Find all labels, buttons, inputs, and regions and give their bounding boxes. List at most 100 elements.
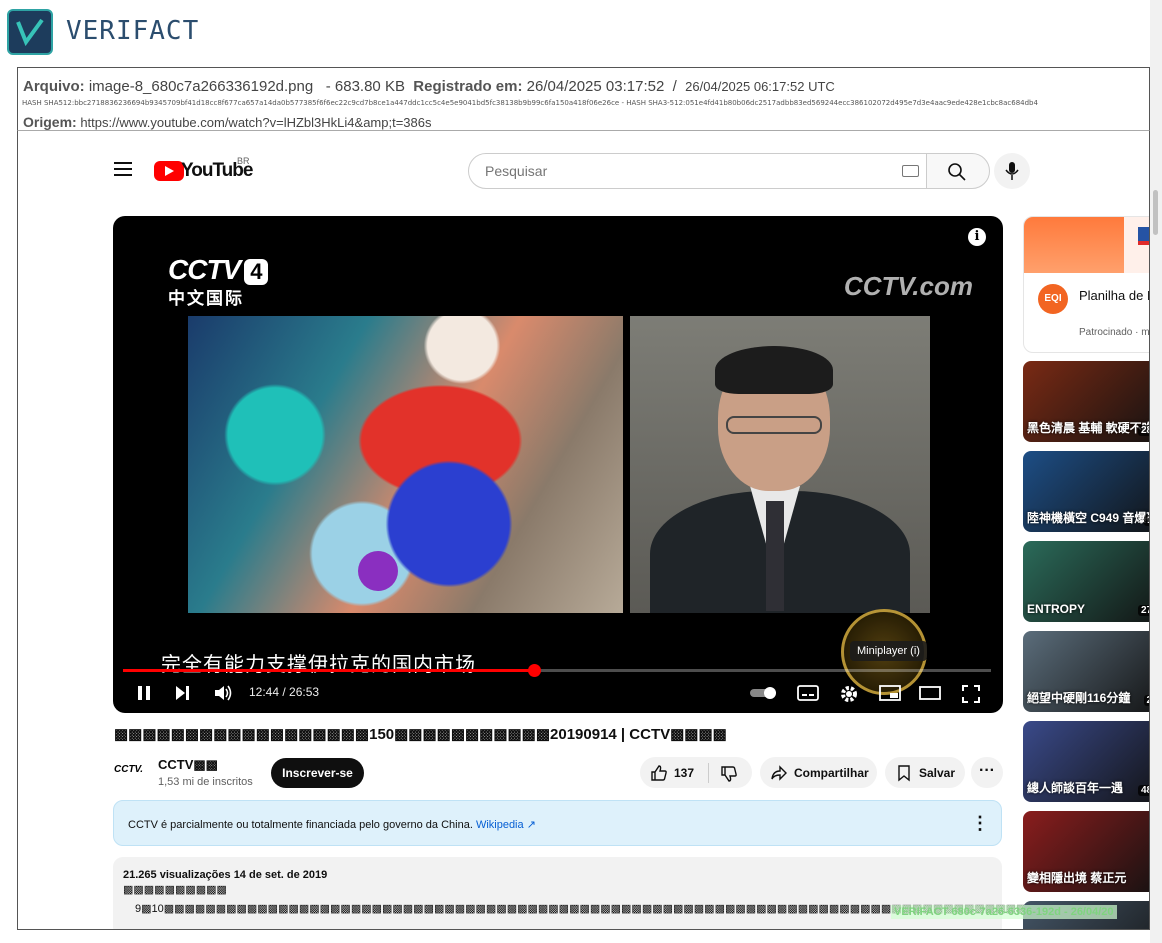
video-title: ▩▩▩▩▩▩▩▩▩▩▩▩▩▩▩▩▩▩150▩▩▩▩▩▩▩▩▩▩▩20190914… [114, 726, 727, 743]
funding-notice-text: CCTV é parcialmente ou totalmente financ… [128, 818, 536, 831]
more-icon: ··· [979, 762, 995, 779]
video-scene-left [188, 316, 623, 613]
file-name: image-8_680c7a266336192d.png [88, 78, 314, 95]
video-duration: 28:4 [1137, 425, 1149, 436]
thumbnail-caption: 陸神機橫空 C949 音爆研發 [1027, 511, 1149, 525]
ad-title: Planilha de FIIs [1079, 288, 1149, 303]
video-subtitle: 完全有能力支撑伊拉克的国内市场 [161, 652, 476, 676]
verifact-logo [7, 9, 53, 55]
registered-label: Registrado em: [413, 78, 523, 95]
video-duration: 27:1 [1137, 605, 1149, 616]
capture-metadata: Arquivo: image-8_680c7a266336192d.png - … [17, 67, 1150, 130]
more-actions-button[interactable]: ··· [971, 757, 1003, 788]
microphone-icon [1005, 162, 1019, 180]
related-video-thumbnail[interactable]: 絕望中硬剛116分鐘 28: [1023, 631, 1149, 712]
verifact-header: VERIFACT [0, 0, 1162, 66]
thumbnail-caption: 絕望中硬剛116分鐘 [1027, 691, 1131, 705]
bookmark-icon [898, 765, 910, 782]
voice-search-button[interactable] [994, 153, 1030, 189]
share-icon [771, 765, 787, 781]
channel-avatar[interactable]: CCTV. [114, 759, 148, 781]
like-count[interactable]: 137 [674, 766, 694, 780]
hash-line: HASH SHA512:bbc2718836236694b9345709bf41… [22, 99, 1038, 107]
scrollbar-thumb[interactable] [1153, 190, 1158, 235]
notice-text: CCTV é parcialmente ou totalmente financ… [128, 819, 473, 831]
share-label: Compartilhar [794, 766, 869, 780]
channel-bug-text: CCTV [168, 254, 241, 285]
thumbnail-caption: 黑色清晨 基輔 軟硬不吃 [1027, 421, 1150, 435]
info-icon[interactable]: i [968, 228, 986, 246]
captions-icon[interactable] [797, 684, 819, 702]
save-button[interactable]: Salvar [885, 757, 965, 788]
origin-url: https://www.youtube.com/watch?v=lHZbl3Hk… [80, 115, 432, 130]
theater-mode-icon[interactable] [919, 684, 941, 702]
related-video-thumbnail[interactable]: 黑色清晨 基輔 軟硬不吃28:4 [1023, 361, 1150, 442]
external-link-icon[interactable]: ↗ [527, 819, 536, 831]
channel-bug-number: 4 [244, 259, 269, 285]
subscriber-count: 1,53 mi de inscritos [158, 776, 253, 788]
channel-bug: CCTV 4 中文国际 [168, 254, 269, 309]
next-icon[interactable] [173, 684, 191, 702]
channel-name[interactable]: CCTV▩▩ [158, 757, 218, 773]
sponsored-label: Patrocinado · m [1079, 327, 1150, 338]
menu-icon[interactable] [114, 162, 132, 176]
share-button[interactable]: Compartilhar [760, 757, 877, 788]
wikipedia-link[interactable]: Wikipedia [476, 819, 524, 831]
file-info: Arquivo: image-8_680c7a266336192d.png - … [23, 78, 835, 95]
country-code: BR [237, 156, 250, 166]
thumbnail-caption: ENTROPY [1027, 602, 1086, 616]
related-video-thumbnail[interactable]: 總人師談百年一遇 48:1 [1023, 721, 1149, 802]
related-video-thumbnail[interactable]: ENTROPY 27:1 [1023, 541, 1149, 622]
autoplay-toggle-icon[interactable] [750, 686, 780, 700]
progress-bar[interactable] [123, 664, 991, 677]
video-duration: 28: [1143, 695, 1149, 706]
like-dislike-group: 137 [640, 757, 752, 788]
thumbnail-caption: 總人師談百年一遇 [1027, 781, 1124, 795]
search-input[interactable] [483, 162, 887, 180]
pause-icon[interactable] [135, 684, 153, 702]
miniplayer-icon[interactable] [879, 684, 901, 702]
related-video-thumbnail[interactable]: 變相隱出境 蔡正元 [1023, 811, 1149, 892]
search-icon [948, 163, 966, 181]
progress-played [123, 669, 535, 672]
search-box[interactable] [468, 153, 928, 189]
registered-utc: 26/04/2025 06:17:52 UTC [685, 79, 835, 94]
settings-gear-icon[interactable] [839, 684, 859, 704]
description-line: ▩▩▩▩▩▩▩▩▩▩ [123, 884, 227, 896]
ad-banner [1024, 217, 1149, 273]
search-button[interactable] [926, 153, 990, 189]
video-duration: 11: [1144, 515, 1149, 526]
keyboard-icon[interactable] [902, 165, 919, 177]
save-label: Salvar [919, 766, 956, 780]
video-player[interactable]: CCTV 4 中文国际 CCTV.com i 完全有能力支撑伊拉克的国内市场 Mi… [113, 216, 1003, 713]
origin-info: Origem: https://www.youtube.com/watch?v=… [23, 114, 431, 130]
miniplayer-tooltip: Miniplayer (i) [850, 641, 927, 661]
scrubber-handle[interactable] [528, 664, 542, 677]
time-display: 12:44 / 26:53 [249, 685, 320, 699]
funding-notice: CCTV é parcialmente ou totalmente financ… [113, 800, 1002, 846]
registered-separator: / [672, 78, 677, 95]
verifact-watermark: VERIFACT 680c-7a26-6336-192d - 26/04/20 [891, 905, 1117, 919]
like-icon[interactable] [650, 764, 668, 782]
video-duration: 48:1 [1137, 785, 1149, 796]
fullscreen-icon[interactable] [961, 684, 981, 704]
sponsored-card[interactable]: EQI Planilha de FIIs Patrocinado · m [1023, 216, 1150, 353]
origin-label: Origem: [23, 114, 77, 130]
volume-icon[interactable] [213, 684, 233, 702]
related-video-thumbnail[interactable]: 陸神機橫空 C949 音爆研發11: [1023, 451, 1149, 532]
verifact-brand: VERIFACT [66, 16, 200, 46]
corner-logo: CCTV.com [843, 271, 973, 301]
description-box[interactable]: 21.265 visualizações 14 de set. de 2019 … [113, 857, 1026, 929]
thumbnail-caption: 變相隱出境 蔡正元 [1027, 871, 1127, 885]
captured-page: YouTube BR CCTV4 中文国际 CCTV.com i 完全有能力支撑… [17, 130, 1150, 930]
file-label: Arquivo: [23, 78, 85, 95]
notice-menu-icon[interactable]: ⋮ [971, 813, 989, 834]
dislike-icon[interactable] [720, 765, 738, 783]
subscribe-button[interactable]: Inscrever-se [271, 758, 364, 788]
views-and-date: 21.265 visualizações 14 de set. de 2019 [123, 869, 328, 881]
advertiser-logo: EQI [1038, 284, 1068, 314]
registered-local: 26/04/2025 03:17:52 [526, 78, 665, 95]
page-scrollbar[interactable] [1150, 0, 1162, 943]
channel-bug-chinese: 中文国际 [168, 289, 244, 308]
youtube-logo-icon[interactable] [154, 161, 184, 181]
